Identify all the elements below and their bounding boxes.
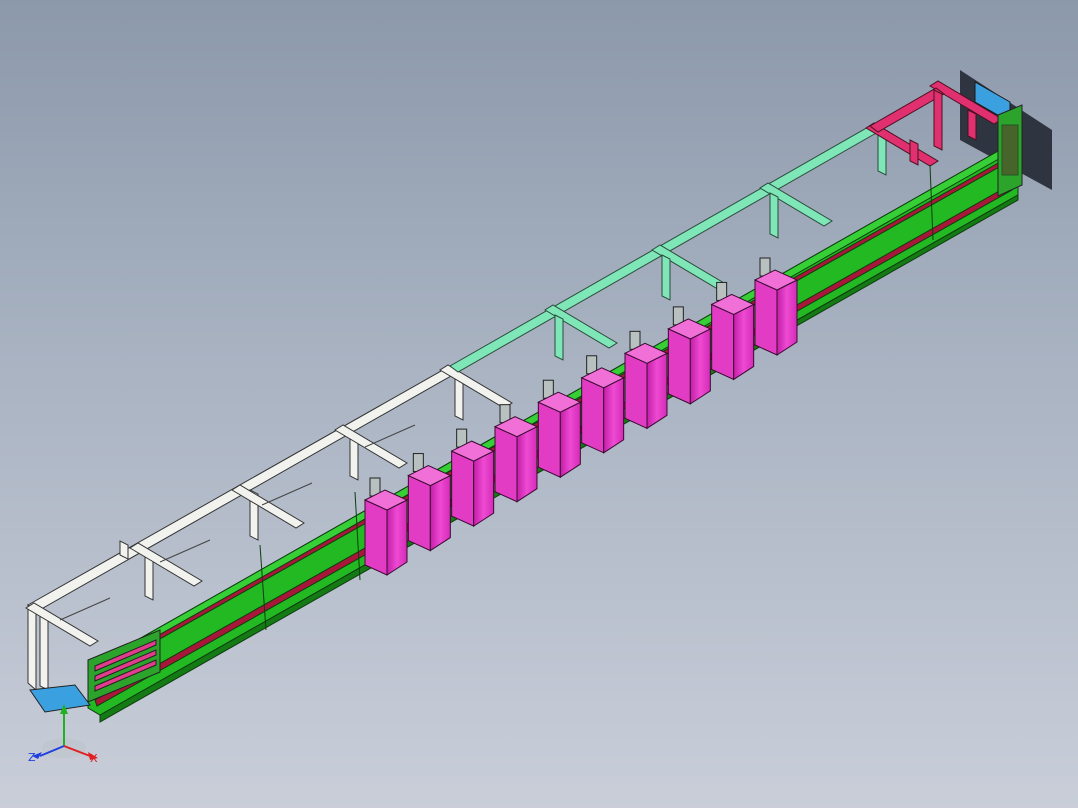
bin-side-face: [473, 450, 495, 528]
bin-front-face: [407, 474, 431, 552]
bin-front-face: [451, 450, 475, 527]
triad-x-label: X: [90, 752, 98, 765]
right-end-panel: [997, 104, 1023, 197]
bin-side-face: [646, 352, 668, 430]
bin-side-face: [516, 425, 538, 503]
bin-side-face: [559, 401, 581, 479]
bin-side-face: [386, 499, 408, 576]
bin-side-face: [603, 376, 625, 454]
coordinate-triad: X Z: [28, 704, 98, 765]
bin-front-face: [364, 499, 388, 576]
triad-z-label: Z: [28, 751, 36, 764]
cad-viewport[interactable]: X Z: [0, 0, 1078, 808]
bin-front-face: [581, 377, 605, 454]
bin-side-face: [689, 328, 711, 405]
bin-side-face: [776, 279, 798, 356]
bin-front-face: [537, 401, 561, 478]
bin-front-face: [624, 352, 648, 430]
bin-front-face: [711, 303, 735, 381]
bin-front-face: [667, 328, 691, 405]
conveyor-assembly-model[interactable]: [0, 0, 1078, 808]
bin-front-face: [754, 279, 778, 356]
bin-front-face: [494, 425, 518, 503]
bin-side-face: [733, 303, 755, 381]
bin-side-face: [429, 474, 451, 552]
